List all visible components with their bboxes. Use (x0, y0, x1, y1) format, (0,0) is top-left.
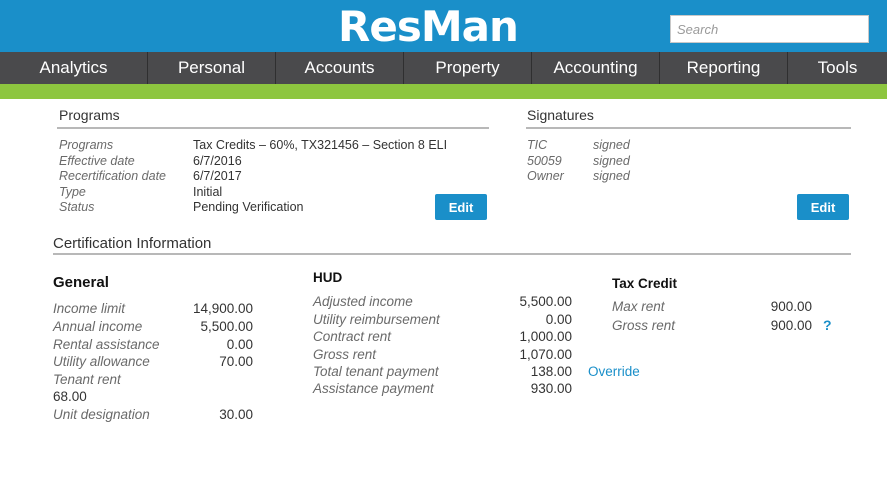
nav-item-analytics[interactable]: Analytics (0, 52, 148, 84)
assistance-payment-label: Assistance payment (313, 381, 434, 396)
effective-date-value: 6/7/2016 (193, 153, 242, 168)
owner-label: Owner (527, 169, 564, 183)
hud-gross-rent-value: 1,070.00 (519, 347, 572, 362)
tax-credit-gross-rent-label: Gross rent (612, 318, 676, 333)
general-heading: General (53, 274, 109, 291)
programs-divider (57, 127, 489, 129)
signatures-values: signed signed signed (593, 138, 630, 185)
search-input[interactable] (670, 15, 869, 43)
type-value: Initial (193, 184, 223, 199)
nav-item-accounts[interactable]: Accounts (276, 52, 404, 84)
signatures-edit-button[interactable]: Edit (797, 194, 849, 220)
programs-value: Tax Credits – 60%, TX321456 – Section 8 … (193, 138, 448, 152)
utility-reimbursement-value: 0.00 (545, 312, 572, 327)
type-label: Type (59, 184, 86, 199)
nav-item-accounting[interactable]: Accounting (532, 52, 660, 84)
nav-item-property[interactable]: Property (404, 52, 532, 84)
tenant-rent-value: 68.00 (53, 389, 87, 404)
assistance-payment-value: 930.00 (530, 381, 572, 396)
annual-income-label: Annual income (53, 319, 143, 334)
total-tenant-payment-label: Total tenant payment (313, 364, 439, 379)
recertification-date-label: Recertification date (59, 169, 167, 183)
signatures-labels: TIC 50059 Owner (527, 138, 564, 185)
nav-item-reporting[interactable]: Reporting (660, 52, 788, 84)
contract-rent-label: Contract rent (313, 329, 392, 344)
programs-title: Programs (59, 107, 120, 123)
form-50059-status: signed (593, 153, 630, 168)
unit-designation-value: 30.00 (219, 407, 253, 422)
adjusted-income-label: Adjusted income (313, 294, 413, 309)
rental-assistance-label: Rental assistance (53, 337, 160, 352)
contract-rent-value: 1,000.00 (519, 329, 572, 344)
main-nav: Analytics Personal Accounts Property Acc… (0, 52, 887, 84)
tenant-rent-label: Tenant rent (53, 372, 121, 387)
max-rent-value: 900.00 (770, 299, 812, 314)
programs-labels: Programs Effective date Recertification … (59, 138, 166, 216)
income-limit-value: 14,900.00 (192, 301, 253, 316)
signatures-title: Signatures (527, 107, 594, 123)
accent-bar (0, 84, 887, 99)
max-rent-label: Max rent (612, 299, 665, 314)
help-icon[interactable]: ? (823, 317, 832, 333)
hud-heading: HUD (313, 270, 343, 285)
certification-divider (53, 253, 851, 255)
income-limit-label: Income limit (53, 301, 126, 316)
adjusted-income-value: 5,500.00 (519, 294, 572, 309)
utility-allowance-value: 70.00 (219, 354, 253, 369)
programs-label: Programs (59, 138, 114, 152)
tax-credit-heading: Tax Credit (612, 276, 678, 291)
utility-allowance-label: Utility allowance (53, 354, 150, 369)
nav-item-personal[interactable]: Personal (148, 52, 276, 84)
tax-credit-gross-rent-value: 900.00 (770, 318, 812, 333)
status-value: Pending Verification (193, 200, 304, 214)
resman-logo[interactable]: ResMan (338, 3, 519, 51)
programs-values: Tax Credits – 60%, TX321456 – Section 8 … (193, 138, 447, 216)
nav-item-tools[interactable]: Tools (788, 52, 887, 84)
effective-date-label: Effective date (59, 153, 135, 168)
hud-gross-rent-label: Gross rent (313, 347, 377, 362)
unit-designation-label: Unit designation (53, 407, 150, 422)
annual-income-value: 5,500.00 (200, 319, 253, 334)
total-tenant-payment-value: 138.00 (530, 364, 572, 379)
top-header: ResMan (0, 0, 887, 52)
utility-reimbursement-label: Utility reimbursement (313, 312, 440, 327)
recertification-date-value: 6/7/2017 (193, 169, 242, 183)
override-link[interactable]: Override (588, 364, 640, 379)
owner-status: signed (593, 169, 630, 183)
programs-edit-button[interactable]: Edit (435, 194, 487, 220)
signatures-divider (526, 127, 851, 129)
certification-title: Certification Information (53, 235, 212, 252)
form-50059-label: 50059 (527, 153, 562, 168)
tic-label: TIC (527, 138, 548, 152)
status-label: Status (59, 200, 95, 214)
tic-status: signed (593, 138, 630, 152)
rental-assistance-value: 0.00 (226, 337, 253, 352)
